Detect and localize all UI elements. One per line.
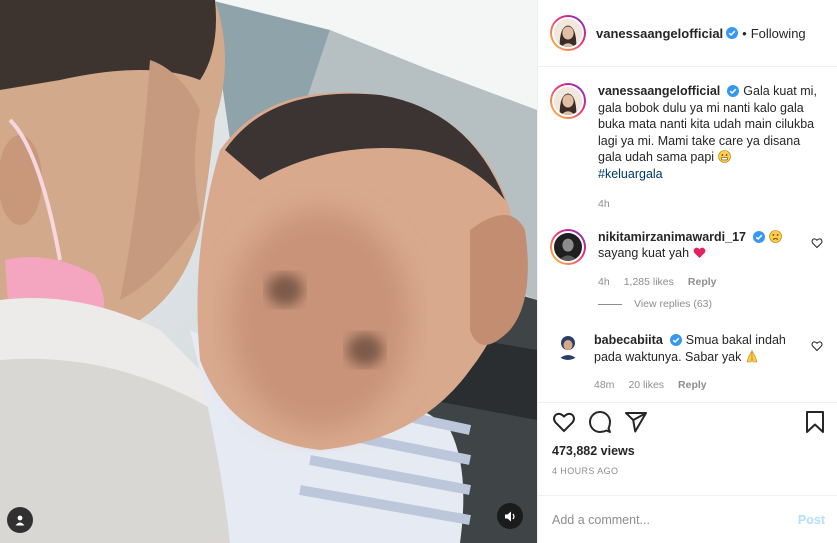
comment-composer: Post [538,495,837,543]
view-replies-button[interactable]: View replies (63) [598,298,823,310]
commenter-avatar[interactable] [554,332,582,360]
photo-scene [0,0,537,543]
post-timestamp[interactable]: 4 HOURS AGO [538,460,837,484]
author-username[interactable]: vanessaangelofficial [596,26,723,41]
profile-photo-icon [554,87,582,115]
share-icon[interactable] [624,410,648,434]
profile-photo-icon [554,332,582,360]
action-bar [538,402,837,440]
verified-badge-icon [727,85,740,97]
view-replies-label[interactable]: View replies (63) [634,298,712,310]
comment-item: nikitamirzanimawardi_17 sayang kuat yah … [550,228,823,291]
comment-meta: 4h 1,285 likes Reply [598,274,811,291]
verified-badge-icon [726,27,739,39]
header-separator: • [742,25,747,41]
caption-avatar[interactable] [550,83,586,119]
post-comment-button[interactable]: Post [798,513,825,527]
following-button[interactable]: Following [751,26,806,41]
comment-text: sayang kuat yah [598,246,690,260]
user-tag-icon[interactable] [7,507,33,533]
red-heart-emoji-icon [693,247,705,258]
comment-icon[interactable] [588,410,612,434]
caption: vanessaangelofficial Gala kuat mi, gala b… [550,83,823,213]
commenter-username[interactable]: babecabiita [594,333,663,347]
caption-hashtag[interactable]: #keluargala [598,167,663,181]
comment-time: 4h [598,275,610,288]
heart-icon[interactable] [552,410,576,434]
replies-divider-line [598,303,622,305]
pray-emoji-icon [746,349,758,362]
post-photo[interactable] [0,0,537,543]
caption-time: 4h [598,198,610,210]
frown-emoji-icon [769,229,782,243]
commenter-avatar[interactable] [550,228,586,265]
grin-emoji-icon [717,150,731,163]
comment-meta: 48m 20 likes Reply [594,377,811,394]
comment-time: 48m [594,379,615,391]
caption-meta: 4h [598,196,823,213]
view-count[interactable]: 473,882 views [538,440,837,460]
commenter-username[interactable]: nikitamirzanimawardi_17 [598,230,746,244]
verified-badge-icon [752,230,765,243]
speaker-icon[interactable] [497,503,523,529]
verified-badge-icon [669,334,682,346]
reply-button[interactable]: Reply [688,274,717,291]
profile-photo-icon [554,19,582,47]
comment-input[interactable] [552,512,798,527]
comment-item: babecabiita Smua bakal indah pada waktuny… [550,332,823,394]
post-side-panel: vanessaangelofficial • Following vanessa… [537,0,837,543]
instagram-post: vanessaangelofficial • Following vanessa… [0,0,837,543]
caption-username[interactable]: vanessaangelofficial [598,84,720,98]
comments-list[interactable]: vanessaangelofficial Gala kuat mi, gala b… [538,67,837,402]
author-avatar[interactable] [550,15,586,51]
bookmark-icon[interactable] [803,410,827,434]
comment-like-heart-icon[interactable] [811,340,823,352]
comment-like-heart-icon[interactable] [811,237,823,249]
post-header: vanessaangelofficial • Following [538,0,837,67]
comment-likes[interactable]: 20 likes [628,377,664,394]
comment-likes[interactable]: 1,285 likes [624,274,674,291]
profile-photo-icon [554,232,582,261]
reply-button[interactable]: Reply [678,377,707,394]
